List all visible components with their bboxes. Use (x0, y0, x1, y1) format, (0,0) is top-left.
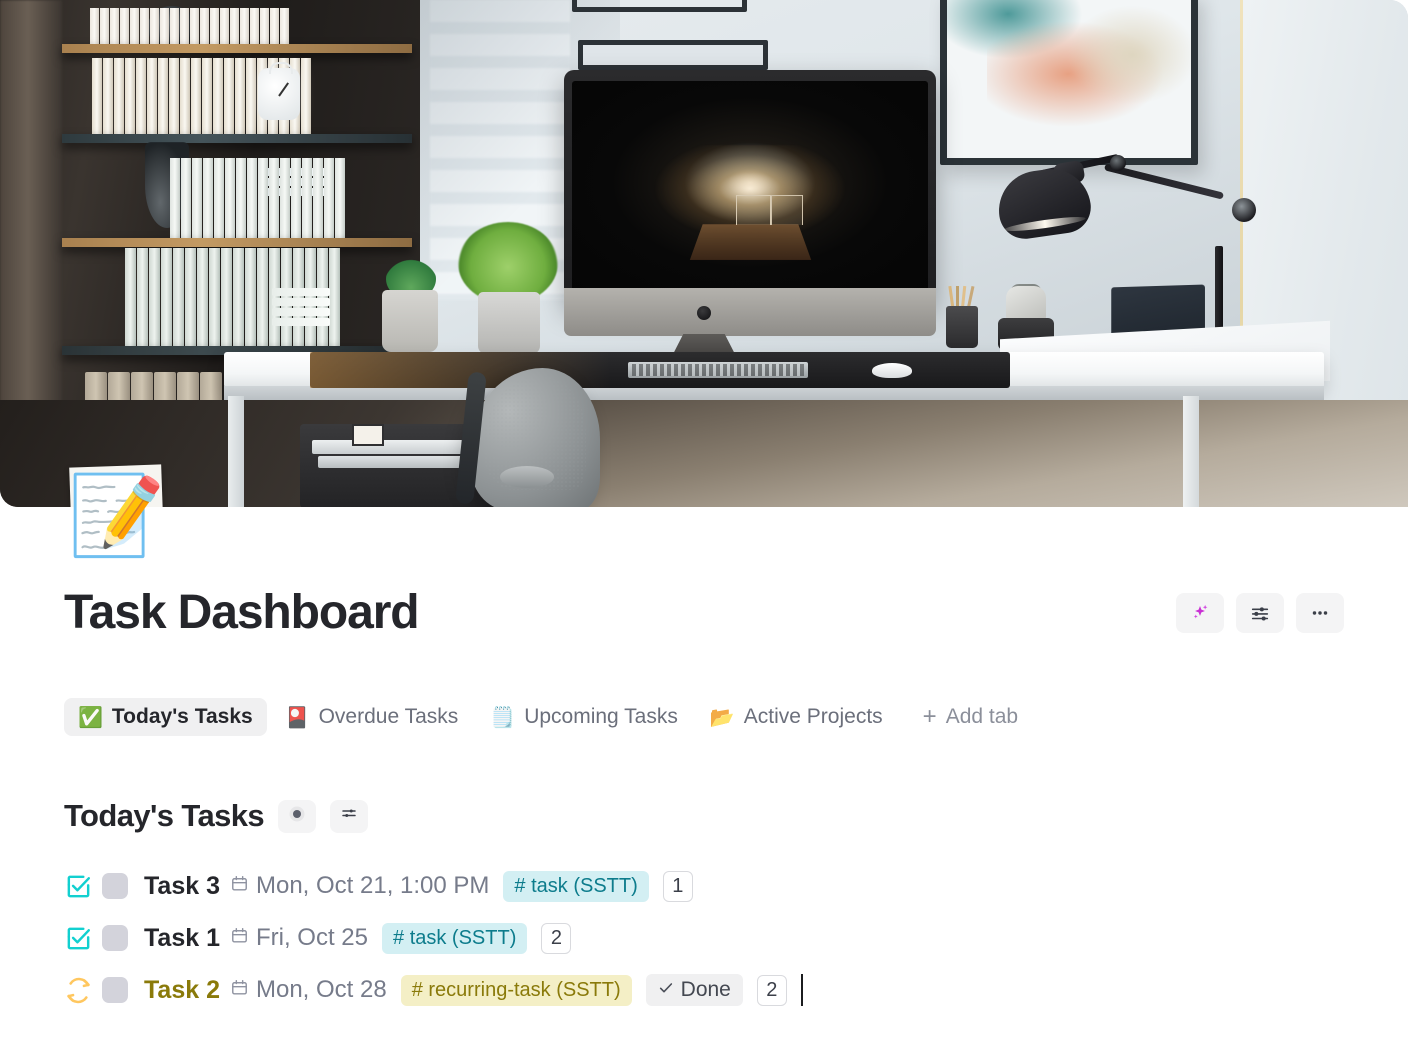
tab-upcoming-tasks[interactable]: 🗒️ Upcoming Tasks (476, 698, 692, 736)
check-icon (658, 978, 674, 1002)
calendar-icon (230, 924, 249, 952)
tab-label: Upcoming Tasks (524, 705, 678, 728)
banner-artwork (0, 0, 1408, 507)
task-due-date[interactable]: Fri, Oct 25 (230, 924, 368, 952)
page-more-button[interactable] (1296, 592, 1344, 633)
tab-label: Active Projects (743, 705, 883, 728)
add-tab-button[interactable]: + Add tab (911, 698, 1030, 736)
ai-sparkle-button[interactable] (1176, 592, 1224, 633)
table-row[interactable]: Task 3 Mon, Oct 21, 1:00 PM # task (SSTT… (64, 860, 1344, 912)
task-due-date-text: Fri, Oct 25 (255, 924, 369, 951)
title-action-buttons (1176, 592, 1344, 633)
task-count-badge[interactable]: 2 (541, 922, 572, 954)
task-count-badge[interactable]: 1 (662, 870, 693, 902)
flower-playing-cards-icon: 🎴 (284, 705, 310, 729)
status-badge[interactable]: Done (645, 974, 743, 1006)
tab-label: Today's Tasks (111, 705, 253, 728)
check-mark-button-icon: ✅ (78, 705, 103, 729)
plus-icon: + (922, 703, 937, 730)
tab-bar: ✅ Today's Tasks 🎴 Overdue Tasks 🗒️ Upcom… (64, 698, 1344, 736)
recurring-refresh-icon[interactable] (64, 976, 102, 1005)
task-due-date[interactable]: Mon, Oct 28 (230, 976, 387, 1004)
task-title[interactable]: Task 2 (144, 976, 220, 1005)
task-due-date[interactable]: Mon, Oct 21, 1:00 PM (230, 872, 489, 900)
task-due-date-text: Mon, Oct 21, 1:00 PM (255, 872, 490, 899)
filter-button[interactable] (330, 799, 369, 833)
tab-overdue-tasks[interactable]: 🎴 Overdue Tasks (271, 698, 473, 736)
table-row[interactable]: Task 1 Fri, Oct 25 # task (SSTT) 2 (64, 912, 1344, 964)
open-file-folder-icon: 📂 (709, 705, 735, 729)
task-tag[interactable]: # recurring-task (SSTT) (400, 974, 632, 1006)
task-list: Task 3 Mon, Oct 21, 1:00 PM # task (SSTT… (64, 860, 1344, 1016)
section-title: Today's Tasks (64, 798, 265, 833)
page-content: Task Dashboard ✅ Today's Tasks 🎴 Overdue… (0, 585, 1408, 1016)
ellipsis-icon (1309, 602, 1331, 624)
sliders-icon (340, 805, 358, 828)
table-row[interactable]: Task 2 Mon, Oct 28 # recurring-task (SST… (64, 964, 1344, 1016)
task-color-swatch[interactable] (102, 977, 128, 1003)
page-settings-button[interactable] (1236, 592, 1284, 633)
task-color-swatch[interactable] (102, 925, 128, 951)
tab-active-projects[interactable]: 📂 Active Projects (696, 698, 897, 736)
checkbox-checked-icon[interactable] (64, 872, 102, 901)
page-icon-emoji[interactable]: 📝 (68, 477, 165, 555)
tab-todays-tasks[interactable]: ✅ Today's Tasks (64, 698, 267, 736)
task-title[interactable]: Task 1 (144, 924, 220, 953)
page-title[interactable]: Task Dashboard (64, 585, 420, 640)
task-count-badge[interactable]: 2 (756, 974, 787, 1006)
task-due-date-text: Mon, Oct 28 (255, 976, 387, 1003)
task-tag[interactable]: # task (SSTT) (382, 922, 528, 954)
task-title[interactable]: Task 3 (144, 872, 220, 901)
tab-label: Overdue Tasks (318, 705, 459, 728)
page-cover-banner[interactable] (0, 0, 1408, 507)
status-badge-label: Done (680, 978, 731, 1001)
title-row: Task Dashboard (64, 585, 1344, 640)
add-tab-label: Add tab (945, 705, 1019, 728)
task-tag[interactable]: # task (SSTT) (503, 870, 649, 902)
calendar-icon (230, 872, 249, 900)
sparkle-icon (1189, 602, 1211, 624)
text-cursor-caret (800, 974, 803, 1006)
sliders-icon (1249, 602, 1271, 624)
section-header: Today's Tasks (64, 798, 1344, 834)
checkbox-checked-icon[interactable] (64, 924, 102, 953)
circle-filled-icon (288, 805, 306, 828)
view-options-button[interactable] (278, 799, 317, 833)
spiral-notepad-icon: 🗒️ (490, 705, 516, 729)
task-color-swatch[interactable] (102, 873, 128, 899)
calendar-icon (230, 976, 249, 1004)
